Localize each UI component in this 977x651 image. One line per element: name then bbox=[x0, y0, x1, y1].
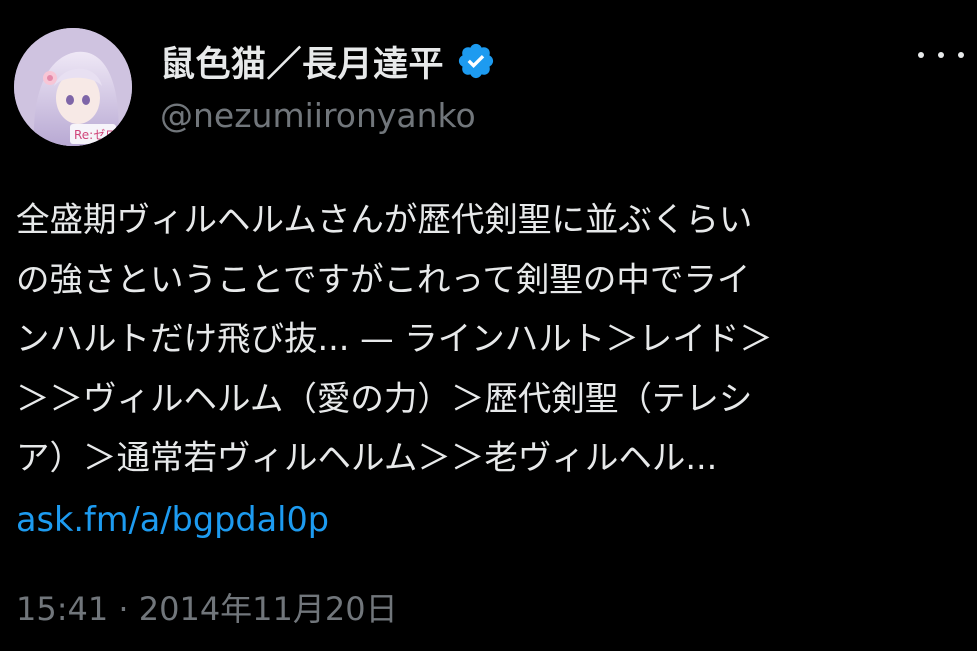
name-row: 鼠色猫／長月達平 bbox=[160, 36, 496, 86]
more-dot bbox=[918, 52, 924, 58]
more-dot bbox=[938, 52, 944, 58]
more-options-icon[interactable] bbox=[918, 42, 964, 68]
avatar[interactable]: Re:ゼロ bbox=[14, 28, 132, 146]
author-header: 鼠色猫／長月達平 @nezumiironyanko bbox=[160, 36, 496, 135]
svg-text:Re:ゼロ: Re:ゼロ bbox=[74, 128, 117, 142]
tweet-text: 全盛期ヴィルヘルムさんが歴代剣聖に並ぶくらい の強さということですがこれって剣聖… bbox=[16, 190, 966, 488]
tweet-text-line: ンハルトだけ飛び抜... — ラインハルト＞レイド＞ bbox=[16, 319, 773, 358]
tweet-timestamp[interactable]: 15:41 · 2014年11月20日 bbox=[16, 583, 398, 635]
author-display-name[interactable]: 鼠色猫／長月達平 bbox=[160, 36, 444, 87]
more-dot bbox=[958, 52, 964, 58]
verified-badge-icon[interactable] bbox=[456, 41, 496, 81]
avatar-icon: Re:ゼロ bbox=[14, 28, 132, 146]
tweet-text-line: の強さということですがこれって剣聖の中でライ bbox=[16, 259, 751, 299]
tweet-text-line: ア）＞通常若ヴィルヘルム＞＞老ヴィルヘル... bbox=[16, 438, 718, 477]
tweet: Re:ゼロ 鼠色猫／長月達平 @nezumiironyanko 全盛期ヴィルヘル… bbox=[0, 0, 977, 651]
tweet-text-line: ＞＞ヴィルヘルム（愛の力）＞歴代剣聖（テレシ bbox=[16, 378, 753, 418]
tweet-link[interactable]: ask.fm/a/bgpdal0p bbox=[16, 490, 329, 550]
author-handle[interactable]: @nezumiironyanko bbox=[160, 96, 496, 135]
tweet-text-line: 全盛期ヴィルヘルムさんが歴代剣聖に並ぶくらい bbox=[16, 200, 753, 239]
